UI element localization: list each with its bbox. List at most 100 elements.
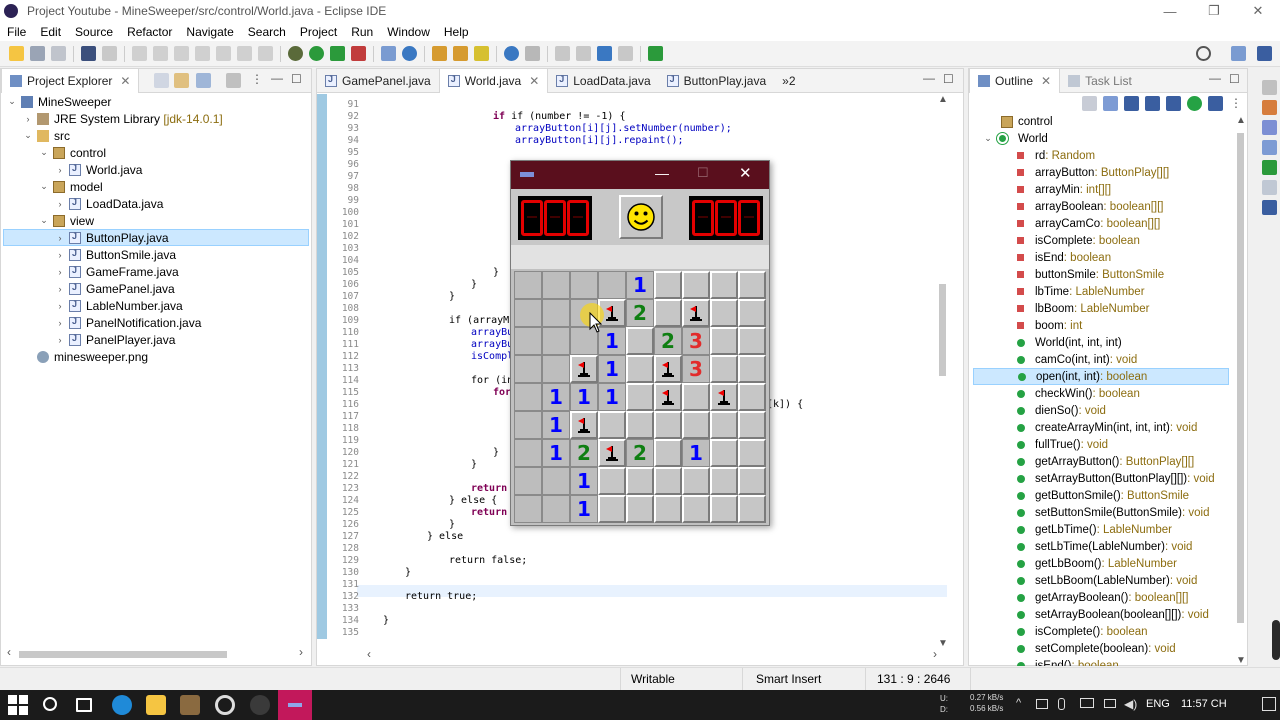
ms-cell-closed[interactable] — [710, 299, 738, 327]
ms-cell-open[interactable] — [514, 271, 542, 299]
ms-cell-flagged[interactable] — [710, 383, 738, 411]
disconnect-icon[interactable] — [195, 46, 210, 61]
settings-icon[interactable] — [215, 695, 235, 715]
ms-cell-closed[interactable] — [738, 467, 766, 495]
ms-cell-open[interactable] — [542, 271, 570, 299]
hide-non-public-icon[interactable] — [1166, 96, 1181, 111]
maximize-view-icon[interactable]: ☐ — [1229, 72, 1240, 86]
menu-window[interactable]: Window — [380, 25, 437, 39]
outline-item[interactable]: World(int, int, int) — [1017, 334, 1122, 351]
ms-cell-open[interactable] — [542, 299, 570, 327]
terminal-icon[interactable] — [81, 46, 96, 61]
search-icon[interactable] — [1196, 46, 1211, 61]
tree-item-image[interactable]: minesweeper.png — [23, 348, 148, 365]
ms-cell-number[interactable]: 3 — [682, 355, 710, 383]
outline-item[interactable]: control — [1001, 113, 1053, 130]
maximize-button[interactable]: ☐ — [697, 165, 709, 181]
tree-item-src[interactable]: ⌄ src — [23, 127, 70, 144]
coverage-icon[interactable] — [330, 46, 345, 61]
outline-item[interactable]: isEnd : boolean — [1017, 249, 1111, 266]
tab-project-explorer[interactable]: Project Explorer ✕ — [1, 68, 140, 93]
close-icon[interactable]: ✕ — [1041, 74, 1051, 88]
forward-icon[interactable] — [618, 46, 633, 61]
wifi-icon[interactable] — [1104, 699, 1116, 708]
outline-item[interactable]: isComplete : boolean — [1017, 232, 1140, 249]
ms-cell-closed[interactable] — [738, 327, 766, 355]
ms-cell-open[interactable] — [542, 467, 570, 495]
link-editor-icon[interactable] — [1208, 96, 1223, 111]
restore-button[interactable]: ❐ — [1192, 0, 1236, 22]
chevron-up-icon[interactable]: ^ — [1016, 697, 1021, 709]
java-perspective-icon[interactable] — [1257, 46, 1272, 61]
tab-buttonplay[interactable]: ButtonPlay.java — [659, 69, 775, 93]
outline-item[interactable]: getArrayButton() : ButtonPlay[][] — [1017, 453, 1194, 470]
menu-source[interactable]: Source — [68, 25, 120, 39]
pin-editor-icon[interactable] — [648, 46, 663, 61]
save-all-icon[interactable] — [51, 46, 66, 61]
ms-cell-flagged[interactable] — [654, 383, 682, 411]
tree-item-project[interactable]: ⌄ MineSweeper — [7, 93, 111, 110]
ms-cell-flagged[interactable] — [598, 439, 626, 467]
menu-project[interactable]: Project — [293, 25, 344, 39]
more-options-icon[interactable]: ⋮ — [1230, 96, 1242, 112]
windows-start-icon[interactable] — [8, 695, 28, 715]
ms-cell-closed[interactable] — [710, 439, 738, 467]
outline-item[interactable]: checkWin() : boolean — [1017, 385, 1140, 402]
external-tools-icon[interactable] — [351, 46, 366, 61]
hierarchy-icon[interactable] — [1262, 100, 1277, 115]
chevron-right-icon[interactable]: › — [299, 645, 303, 659]
ms-cell-closed[interactable] — [738, 439, 766, 467]
outline-item[interactable]: setLbBoom(LableNumber) : void — [1017, 572, 1197, 589]
ms-cell-open[interactable] — [598, 271, 626, 299]
editor-horizontal-scrollbar[interactable]: ‹ › — [367, 647, 937, 662]
outline-item[interactable]: getButtonSmile() : ButtonSmile — [1017, 487, 1189, 504]
speaker-icon[interactable]: ◀) — [1124, 697, 1137, 711]
menu-file[interactable]: File — [0, 25, 33, 39]
ms-cell-closed[interactable] — [738, 355, 766, 383]
chevron-right-icon[interactable]: › — [933, 647, 937, 661]
outline-item[interactable]: buttonSmile : ButtonSmile — [1017, 266, 1164, 283]
scroll-handle[interactable] — [1272, 620, 1280, 660]
ms-cell-open[interactable] — [514, 411, 542, 439]
ms-cell-flagged[interactable] — [654, 355, 682, 383]
console-icon[interactable] — [1262, 160, 1277, 175]
search-tool-icon[interactable] — [474, 46, 489, 61]
clock[interactable]: 11:57 CH — [1181, 698, 1227, 710]
outline-item[interactable]: ⌄ World — [983, 130, 1048, 147]
tab-world[interactable]: World.java✕ — [438, 68, 549, 93]
menu-navigate[interactable]: Navigate — [179, 25, 240, 39]
ms-cell-closed[interactable] — [682, 467, 710, 495]
minimize-view-icon[interactable]: — — [923, 71, 935, 85]
ms-cell-flagged[interactable] — [682, 299, 710, 327]
back-icon[interactable] — [597, 46, 612, 61]
ms-cell-closed[interactable] — [682, 271, 710, 299]
outline-item[interactable]: setArrayButton(ButtonPlay[][]) : void — [1017, 470, 1215, 487]
outline-item[interactable]: getLbBoom() : LableNumber — [1017, 555, 1177, 572]
ms-cell-number[interactable]: 1 — [570, 383, 598, 411]
vertical-scrollbar[interactable]: ▲ ▼ — [935, 94, 949, 649]
javadoc-icon[interactable] — [1262, 120, 1277, 135]
ms-cell-flagged[interactable] — [570, 355, 598, 383]
ms-cell-closed[interactable] — [654, 467, 682, 495]
ms-cell-open[interactable] — [542, 327, 570, 355]
outline-item[interactable]: isComplete() : boolean — [1017, 623, 1148, 640]
close-button[interactable]: ✕ — [1236, 0, 1280, 22]
ms-cell-open[interactable] — [514, 495, 542, 523]
battery-icon[interactable] — [1080, 698, 1094, 708]
ms-cell-closed[interactable] — [598, 411, 626, 439]
open-task-icon[interactable] — [453, 46, 468, 61]
ms-cell-number[interactable]: 1 — [598, 383, 626, 411]
task-view-icon[interactable] — [76, 698, 92, 712]
more-options-icon[interactable]: ⋮ — [251, 72, 263, 86]
maximize-view-icon[interactable]: ☐ — [943, 72, 954, 86]
ms-cell-closed[interactable] — [626, 327, 654, 355]
network-icon[interactable] — [1036, 699, 1048, 709]
tree-item-file[interactable]: ›GameFrame.java — [55, 263, 179, 280]
outline-item[interactable]: getLbTime() : LableNumber — [1017, 521, 1172, 538]
ms-cell-closed[interactable] — [682, 411, 710, 439]
tree-item-package-view[interactable]: ⌄ view — [39, 212, 94, 229]
filter-icon[interactable] — [196, 73, 211, 88]
ms-cell-closed[interactable] — [626, 355, 654, 383]
chevron-left-icon[interactable]: ‹ — [367, 647, 371, 661]
hide-static-icon[interactable] — [1145, 96, 1160, 111]
